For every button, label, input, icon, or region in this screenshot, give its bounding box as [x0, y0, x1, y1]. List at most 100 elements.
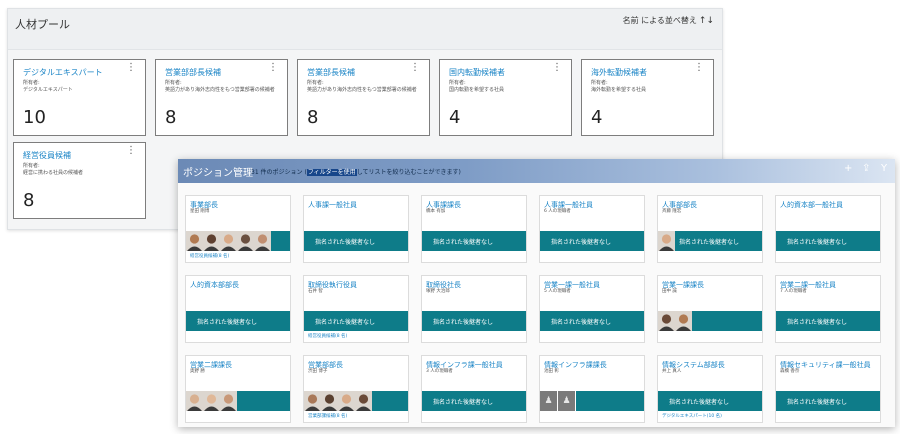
- position-card[interactable]: 営業二課課長 奥野 勝: [185, 355, 291, 423]
- talent-pool-link[interactable]: 経営役員候補(8 名): [308, 333, 347, 339]
- more-menu-icon[interactable]: ⋮: [126, 146, 136, 156]
- successor-bar[interactable]: [271, 231, 290, 251]
- successor-bar[interactable]: [576, 391, 644, 411]
- more-menu-icon[interactable]: ⋮: [268, 63, 278, 73]
- talent-pool-card[interactable]: 営業部部長候補 所有者: 英語力があり海外志向性をもつ営業部署の候補者 8 ⋮: [155, 59, 288, 136]
- avatar[interactable]: [321, 391, 338, 411]
- pool-title[interactable]: 営業部長候補: [307, 67, 355, 78]
- pool-title[interactable]: デジタルエキスパート: [23, 67, 103, 78]
- pool-description: 経営に携わる社員の候補者: [23, 170, 84, 176]
- avatar[interactable]: [203, 231, 220, 251]
- pool-title[interactable]: 国内転勤候補者: [449, 67, 505, 78]
- position-management-title: ポジション管理: [183, 168, 253, 179]
- talent-pool-card[interactable]: デジタルエキスパート 所有者: デジタルエキスパート 10 ⋮: [13, 59, 146, 136]
- talent-pool-link[interactable]: デジタルエキスパート(10 名): [662, 413, 722, 419]
- talent-pool-card[interactable]: 国内転勤候補者 所有者: 国内転勤を希望する社員 4 ⋮: [439, 59, 572, 136]
- successor-bar[interactable]: 指名された後継者なし: [776, 311, 880, 331]
- no-successor-label: 指名された後継者なし: [315, 319, 376, 326]
- successor-bar[interactable]: [372, 391, 408, 411]
- more-menu-icon[interactable]: ⋮: [410, 63, 420, 73]
- successor-bar[interactable]: [237, 391, 290, 411]
- position-card[interactable]: 情報システム部部長 井上 真人 指名された後継者なし デジタルエキスパート(10 名): [657, 355, 763, 423]
- add-icon[interactable]: +: [844, 163, 852, 174]
- position-count-prefix: 31 件のポジション (: [251, 169, 307, 176]
- position-card[interactable]: 人的資本部一般社員指名された後継者なし: [775, 195, 881, 263]
- successor-bar[interactable]: 指名された後継者なし: [422, 391, 526, 411]
- successor-bar[interactable]: 指名された後継者なし: [540, 311, 644, 331]
- successor-bar[interactable]: 指名された後継者なし: [422, 231, 526, 251]
- successor-bar[interactable]: 指名された後継者なし: [675, 231, 762, 251]
- avatar[interactable]: [203, 391, 220, 411]
- avatar[interactable]: [254, 231, 271, 251]
- avatar[interactable]: [220, 391, 237, 411]
- filter-icon[interactable]: Y: [881, 163, 887, 174]
- position-card[interactable]: 人事課課長 橋本 有加 指名された後継者なし: [421, 195, 527, 263]
- position-card[interactable]: 情報セキュリティ課一般社員 森橋 香奈 指名された後継者なし: [775, 355, 881, 423]
- more-menu-icon[interactable]: ⋮: [694, 63, 704, 73]
- talent-pool-link[interactable]: 経営役員候補(8 名): [190, 253, 229, 259]
- position-card[interactable]: 人事課一般社員指名された後継者なし: [303, 195, 409, 263]
- position-card[interactable]: 事業部長 星田 剛博 経営役員候補(8 名): [185, 195, 291, 263]
- more-menu-icon[interactable]: ⋮: [126, 63, 136, 73]
- position-card[interactable]: 人事部部長 斉藤 隆宏 指名された後継者なし: [657, 195, 763, 263]
- no-successor-label: 指名された後継者なし: [433, 319, 494, 326]
- incumbent-name: 奥野 勝: [190, 369, 205, 374]
- successor-bar[interactable]: 指名された後継者なし: [658, 391, 762, 411]
- no-successor-label: 指名された後継者なし: [315, 239, 376, 246]
- position-card[interactable]: 人的資本部部長指名された後継者なし: [185, 275, 291, 343]
- position-title[interactable]: 人的資本部一般社員: [780, 200, 843, 210]
- pool-title[interactable]: 海外転勤候補者: [591, 67, 647, 78]
- avatar[interactable]: [304, 391, 321, 411]
- position-card[interactable]: 情報インフラ課課長 池田 彰 ♟ ♟: [539, 355, 645, 423]
- successor-bar[interactable]: 指名された後継者なし: [776, 391, 880, 411]
- avatar[interactable]: [658, 311, 675, 331]
- successor-bar[interactable]: 指名された後継者なし: [186, 311, 290, 331]
- avatar[interactable]: [237, 231, 254, 251]
- export-icon[interactable]: ⇪: [862, 163, 870, 174]
- talent-pool-link[interactable]: 営業部課候補(8 名): [308, 413, 347, 419]
- more-menu-icon[interactable]: ⋮: [552, 63, 562, 73]
- position-card[interactable]: 営業部部長 渋田 博子 営業部課候補(8 名): [303, 355, 409, 423]
- position-title[interactable]: 人事課一般社員: [308, 200, 357, 210]
- pool-description: 国内転勤を希望する社員: [449, 87, 505, 93]
- talent-pool-card[interactable]: 海外転勤候補者 所有者: 海外転勤を希望する社員 4 ⋮: [581, 59, 714, 136]
- position-card[interactable]: 営業一課課長 田中 誠: [657, 275, 763, 343]
- avatar[interactable]: [220, 231, 237, 251]
- sort-button[interactable]: 名前 による並べ替え ↑↓: [623, 15, 714, 26]
- position-card[interactable]: 取締役執行役員 石井 智指名された後継者なし 経営役員候補(8 名): [303, 275, 409, 343]
- no-successor-label: 指名された後継者なし: [669, 399, 730, 406]
- avatar-placeholder-icon[interactable]: ♟: [540, 391, 557, 411]
- position-title[interactable]: 人的資本部部長: [190, 280, 239, 290]
- no-successor-label: 指名された後継者なし: [679, 239, 740, 246]
- avatar[interactable]: [355, 391, 372, 411]
- avatar[interactable]: [186, 231, 203, 251]
- successor-bar[interactable]: 指名された後継者なし: [304, 311, 408, 331]
- avatar-placeholder-icon[interactable]: ♟: [558, 391, 575, 411]
- incumbent-name: 井上 真人: [662, 369, 682, 374]
- position-card[interactable]: 営業一課一般社員 5 人の現職者 指名された後継者なし: [539, 275, 645, 343]
- talent-pool-card[interactable]: 営業部長候補 所有者: 英語力があり海外志向性をもつ営業部署の候補者 8 ⋮: [297, 59, 430, 136]
- pool-title[interactable]: 営業部部長候補: [165, 67, 221, 78]
- pool-description: デジタルエキスパート: [23, 87, 73, 93]
- pool-description: 海外転勤を希望する社員: [591, 87, 647, 93]
- talent-pool-card[interactable]: 経営役員候補 所有者: 経営に携わる社員の候補者 8 ⋮: [13, 142, 146, 219]
- position-card[interactable]: 取締役社長 塚野 大治郎 指名された後継者なし: [421, 275, 527, 343]
- successor-bar[interactable]: 指名された後継者なし: [540, 231, 644, 251]
- avatar[interactable]: [675, 311, 692, 331]
- pool-title[interactable]: 経営役員候補: [23, 150, 71, 161]
- successor-bar[interactable]: [692, 311, 762, 331]
- successor-bar[interactable]: 指名された後継者なし: [304, 231, 408, 251]
- successor-bar[interactable]: 指名された後継者なし: [776, 231, 880, 251]
- incumbent-name: 田中 誠: [662, 289, 677, 294]
- pool-count: 8: [23, 190, 35, 211]
- position-card[interactable]: 情報インフラ課一般社員 3 人の現職者 指名された後継者なし: [421, 355, 527, 423]
- successor-bar[interactable]: 指名された後継者なし: [422, 311, 526, 331]
- avatar[interactable]: [658, 231, 675, 251]
- position-card[interactable]: 人事課一般社員 6 人の現職者 指名された後継者なし: [539, 195, 645, 263]
- avatar[interactable]: [186, 391, 203, 411]
- pool-count: 10: [23, 107, 46, 128]
- incumbent-name: 7 人の現職者: [780, 289, 807, 294]
- avatar[interactable]: [338, 391, 355, 411]
- filter-link[interactable]: フィルターを使用: [306, 169, 357, 176]
- position-card[interactable]: 営業二課一般社員 7 人の現職者 指名された後継者なし: [775, 275, 881, 343]
